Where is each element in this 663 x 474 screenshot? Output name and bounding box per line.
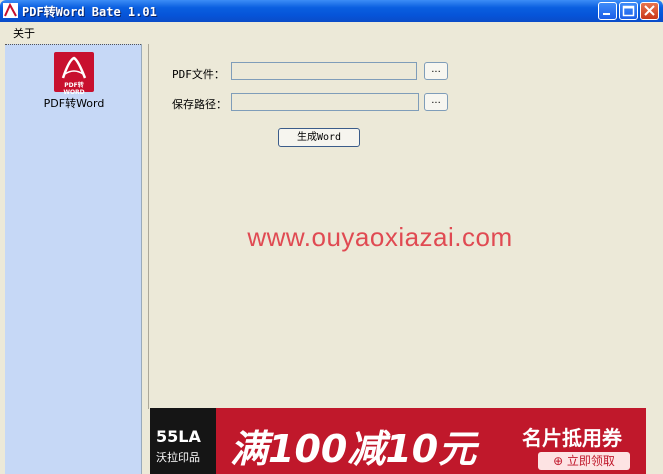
pdf-file-field[interactable]: [231, 62, 417, 80]
ad-headline: 满100减10元: [230, 427, 477, 471]
sidebar-divider: [5, 44, 141, 48]
pdf-file-label: PDF文件：: [172, 68, 225, 81]
generate-word-button[interactable]: 生成Word: [278, 128, 360, 147]
watermark-text: www.ouyaoxiazai.com: [247, 222, 513, 252]
browse-pdf-button[interactable]: ...: [424, 62, 448, 80]
ad-subheadline: 名片抵用券: [522, 426, 622, 450]
browse-save-button[interactable]: ...: [424, 93, 448, 111]
app-window: PDF转Word Bate 1.01 关于 PDF转WORD PDF转Word …: [0, 0, 663, 474]
title-bar[interactable]: PDF转Word Bate 1.01: [0, 0, 663, 22]
close-button[interactable]: [640, 2, 659, 20]
pdf-app-icon[interactable]: [3, 2, 18, 18]
window-right-edge: [655, 44, 663, 474]
ad-claim-button[interactable]: ⊕ 立即领取: [538, 452, 630, 470]
ad-brand-block: 55LA 沃拉印品: [150, 408, 216, 474]
save-path-label: 保存路径：: [172, 98, 227, 111]
save-path-field[interactable]: [231, 93, 419, 111]
menu-bar: 关于: [0, 22, 663, 42]
ad-brand: 55LA: [156, 427, 201, 446]
menu-about[interactable]: 关于: [13, 25, 35, 41]
maximize-button[interactable]: [619, 2, 638, 20]
pdf-to-word-icon[interactable]: PDF转WORD: [54, 52, 94, 96]
ad-brand-sub: 沃拉印品: [156, 451, 200, 464]
sidebar-item-label[interactable]: PDF转Word: [30, 95, 118, 111]
window-title: PDF转Word Bate 1.01: [22, 5, 157, 19]
minimize-button[interactable]: [598, 2, 617, 20]
pdf-logo-text: PDF转WORD: [63, 82, 85, 96]
ad-banner[interactable]: 55LA 沃拉印品 满100减10元 名片抵用券 ⊕ 立即领取: [150, 408, 646, 474]
